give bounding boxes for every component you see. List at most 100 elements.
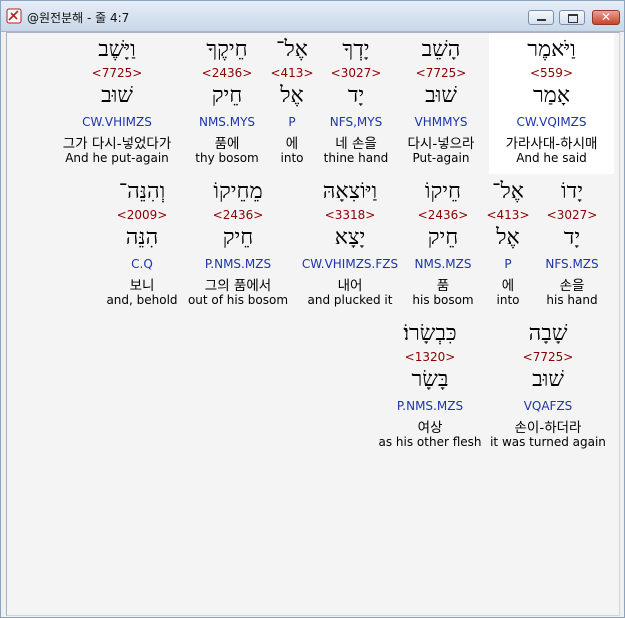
korean-gloss: 다시-넣으라 xyxy=(407,136,475,152)
app-window: @원전분해 - 줄 4:7 ✕ וַיֹּאמֶר <559> אָמַר CW… xyxy=(0,0,625,618)
english-gloss: thine hand xyxy=(323,151,389,165)
lemma: אֶל xyxy=(280,83,304,108)
strong-number: <7725> xyxy=(91,66,143,80)
parsing-code: P xyxy=(504,257,512,271)
lemma: שׁוּב xyxy=(532,367,564,392)
parsing-code: CW.VQIMZS xyxy=(516,115,587,129)
lemma: יָד xyxy=(347,83,365,108)
minimize-icon xyxy=(537,19,546,21)
english-gloss: his bosom xyxy=(412,293,474,307)
word-cell[interactable]: חֵיקֶךָ <2436> חֵיק NMS.MYS 품에 thy bosom xyxy=(188,33,266,174)
minimize-button[interactable] xyxy=(528,10,554,25)
strong-number: <7725> xyxy=(522,350,574,364)
word-cell[interactable]: וַיָּשֶׁב <7725> שׁוּב CW.VHIMZS 그가 다시-넣… xyxy=(48,33,186,174)
strong-number: <3027> xyxy=(546,208,598,222)
korean-gloss: 손이-하더라 xyxy=(514,420,582,436)
lemma: יָצָא xyxy=(334,225,366,250)
korean-gloss: 에 xyxy=(285,136,299,152)
english-gloss: into xyxy=(496,293,520,307)
maximize-button[interactable] xyxy=(559,10,585,25)
lemma: אֶל xyxy=(496,225,520,250)
hebrew-word: יָדְךָ xyxy=(342,37,370,62)
parsing-code: VQAFZS xyxy=(523,399,573,413)
lemma: אָמַר xyxy=(532,83,571,108)
parsing-code: P xyxy=(288,115,296,129)
english-gloss: and, behold xyxy=(106,293,178,307)
english-gloss: And he put-again xyxy=(65,151,169,165)
hebrew-word: הָשֵׁב xyxy=(421,37,461,62)
english-gloss: as his other flesh xyxy=(378,435,482,449)
word-cell[interactable]: חֵיקוֹ <2436> חֵיק NMS.MZS 품 his bosom xyxy=(406,175,480,316)
word-cell[interactable]: וְהִנֵּה־ <2009> הִנֵּה C.Q 보니 and, beho… xyxy=(103,175,181,316)
strong-number: <1320> xyxy=(404,350,456,364)
word-cell[interactable]: יָדוֹ <3027> יָד NFS.MZS 손을 his hand xyxy=(537,175,607,316)
korean-gloss: 보니 xyxy=(129,278,155,294)
english-gloss: into xyxy=(280,151,304,165)
strong-number: <3027> xyxy=(330,66,382,80)
hebrew-word: וַיּוֹצִאָהּ xyxy=(322,179,378,204)
lemma: חֵיק xyxy=(427,225,459,250)
parsing-code: P.NMS.MZS xyxy=(204,257,272,271)
korean-gloss: 에 xyxy=(501,278,515,294)
english-gloss: thy bosom xyxy=(195,151,259,165)
strong-number: <559> xyxy=(529,66,573,80)
word-cell[interactable]: וַיּוֹצִאָהּ <3318> יָצָא CW.VHIMZS.FZS … xyxy=(296,175,404,316)
strong-number: <2436> xyxy=(212,208,264,222)
strong-number: <413> xyxy=(270,66,314,80)
title-bar[interactable]: @원전분해 - 줄 4:7 ✕ xyxy=(1,1,624,32)
korean-gloss: 내어 xyxy=(337,278,363,294)
parsing-code: CW.VHIMZS.FZS xyxy=(301,257,399,271)
parsing-code: VHMMYS xyxy=(414,115,468,129)
korean-gloss: 그의 품에서 xyxy=(204,278,272,294)
hebrew-word: וַיֹּאמֶר xyxy=(527,37,576,62)
korean-gloss: 네 손을 xyxy=(335,136,377,152)
strong-number: <2009> xyxy=(116,208,168,222)
word-cell[interactable]: הָשֵׁב <7725> שׁוּב VHMMYS 다시-넣으라 Put-ag… xyxy=(396,33,486,174)
english-gloss: Put-again xyxy=(412,151,470,165)
window-title: @원전분해 - 줄 4:7 xyxy=(27,11,130,25)
lemma: הִנֵּה xyxy=(125,225,159,250)
lemma: שׁוּב xyxy=(425,83,457,108)
word-cell[interactable]: אֶל־ <413> אֶל P 에 into xyxy=(269,33,315,174)
hebrew-word: חֵיקוֹ xyxy=(424,179,462,204)
word-cell[interactable]: שָׁבָה <7725> שׁוּב VQAFZS 손이-하더라 it was… xyxy=(488,317,608,458)
word-cell[interactable]: יָדְךָ <3027> יָד NFS,MYS 네 손을 thine han… xyxy=(318,33,394,174)
english-gloss: and plucked it xyxy=(307,293,393,307)
parsing-code: NFS,MYS xyxy=(329,115,383,129)
english-gloss: And he said xyxy=(516,151,587,165)
lemma: בָּשָׂר xyxy=(411,367,449,392)
parsing-code: NMS.MYS xyxy=(198,115,256,129)
word-cell[interactable]: אֶל־ <413> אֶל P 에 into xyxy=(485,175,531,316)
parsing-code: C.Q xyxy=(131,257,153,271)
korean-gloss: 손을 xyxy=(559,278,585,294)
english-gloss: his hand xyxy=(546,293,598,307)
hebrew-word: חֵיקֶךָ xyxy=(206,37,248,62)
word-cell[interactable]: כִּבְשָׂרוֹ׃ <1320> בָּשָׂר P.NMS.MZS 여상… xyxy=(377,317,483,458)
korean-gloss: 품 xyxy=(436,278,450,294)
lemma: חֵיק xyxy=(211,83,243,108)
strong-number: <2436> xyxy=(417,208,469,222)
interlinear-panel: וַיֹּאמֶר <559> אָמַר CW.VQIMZS 가라사대-하시매… xyxy=(6,32,620,616)
hebrew-word: שָׁבָה xyxy=(528,321,568,346)
lemma: חֵיק xyxy=(222,225,254,250)
lemma: שׁוּב xyxy=(101,83,133,108)
korean-gloss: 여상 xyxy=(417,420,443,436)
english-gloss: it was turned again xyxy=(490,435,606,449)
strong-number: <413> xyxy=(486,208,530,222)
strong-number: <3318> xyxy=(324,208,376,222)
korean-gloss: 그가 다시-넣었다가 xyxy=(62,136,172,152)
strong-number: <7725> xyxy=(415,66,467,80)
close-button[interactable]: ✕ xyxy=(592,10,620,25)
korean-gloss: 가라사대-하시매 xyxy=(505,136,598,152)
lemma: יָד xyxy=(563,225,581,250)
parsing-code: NMS.MZS xyxy=(414,257,472,271)
hebrew-word: וַיָּשֶׁב xyxy=(98,37,136,62)
word-cell[interactable]: מֵחֵיקוֹ <2436> חֵיק P.NMS.MZS 그의 품에서 ou… xyxy=(185,175,291,316)
strong-number: <2436> xyxy=(201,66,253,80)
hebrew-word: וְהִנֵּה־ xyxy=(118,179,166,204)
hebrew-word: מֵחֵיקוֹ xyxy=(213,179,263,204)
english-gloss: out of his bosom xyxy=(187,293,289,307)
word-cell[interactable]: וַיֹּאמֶר <559> אָמַר CW.VQIMZS 가라사대-하시매… xyxy=(489,33,614,174)
hebrew-word: אֶל־ xyxy=(492,179,524,204)
hebrew-word: אֶל־ xyxy=(276,37,308,62)
